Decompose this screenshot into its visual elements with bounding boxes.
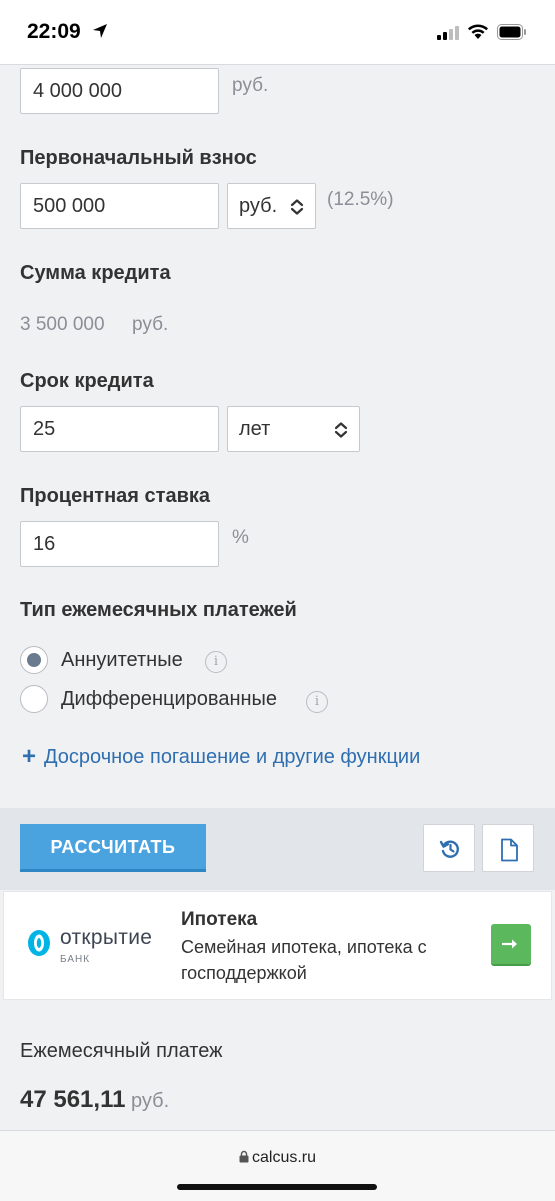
payment-type-label: Тип ежемесячных платежей (20, 599, 297, 621)
monthly-payment-value: 47 561,11 (20, 1086, 126, 1113)
term-unit-select[interactable]: лет (227, 406, 360, 452)
document-icon (501, 838, 518, 862)
url-text: calcus.ru (251, 1149, 317, 1166)
loan-amount-label: Сумма кредита (20, 262, 171, 284)
document-button[interactable] (482, 824, 534, 872)
down-payment-percent: (12.5%) (327, 189, 394, 210)
down-payment-label: Первоначальный взнос (20, 147, 257, 169)
plus-icon: + (22, 743, 37, 770)
select-arrows-icon (334, 422, 348, 438)
term-label: Срок кредита (20, 370, 154, 392)
rate-label: Процентная ставка (20, 485, 210, 507)
bank-subtitle: БАНК (60, 954, 91, 965)
differentiated-radio[interactable] (20, 685, 48, 713)
address-bar[interactable]: calcus.ru (0, 1149, 555, 1167)
down-payment-input[interactable]: 500 000 (20, 183, 219, 229)
wifi-icon (467, 24, 489, 45)
price-input[interactable]: 4 000 000 (20, 68, 219, 114)
bank-ad-card[interactable]: открытие БАНК Ипотека Семейная ипотека, … (3, 891, 552, 1000)
lock-icon (239, 1150, 249, 1163)
ad-description: Семейная ипотека, ипотека с господдержко… (181, 937, 427, 983)
cellular-signal-icon (437, 26, 461, 45)
loan-amount-value: 3 500 000 (20, 314, 105, 335)
action-bar: РАССЧИТАТЬ (0, 808, 555, 890)
history-icon (439, 840, 459, 858)
rate-input[interactable]: 16 (20, 521, 219, 567)
location-arrow-icon (92, 23, 108, 44)
loan-amount-unit: руб. (132, 314, 169, 335)
home-indicator[interactable] (177, 1184, 377, 1190)
ad-title: Ипотека (181, 909, 258, 930)
price-unit: руб. (232, 75, 269, 96)
annuity-label[interactable]: Аннуитетные (61, 649, 183, 672)
info-icon[interactable]: i (306, 691, 328, 713)
browser-bar: calcus.ru (0, 1130, 555, 1201)
ad-go-button[interactable] (491, 924, 531, 966)
select-arrows-icon (290, 199, 304, 215)
monthly-payment-unit: руб. (131, 1090, 170, 1112)
differentiated-label[interactable]: Дифференцированные (61, 688, 277, 711)
bank-logo-icon (28, 930, 50, 956)
down-payment-unit-value: руб. (239, 195, 278, 217)
info-icon[interactable]: i (205, 651, 227, 673)
more-options-link[interactable]: + Досрочное погашение и другие функции (22, 743, 420, 771)
term-input[interactable]: 25 (20, 406, 219, 452)
status-bar: 22:09 (0, 0, 555, 65)
term-unit-value: лет (239, 418, 271, 440)
battery-icon (497, 24, 527, 45)
calculate-button[interactable]: РАССЧИТАТЬ (20, 824, 206, 872)
annuity-radio[interactable] (20, 646, 48, 674)
down-payment-unit-select[interactable]: руб. (227, 183, 316, 229)
bank-name: открытие (60, 926, 153, 949)
more-options-label: Досрочное погашение и другие функции (44, 746, 421, 768)
rate-unit: % (232, 527, 249, 548)
status-time: 22:09 (27, 20, 81, 43)
mortgage-form: 4 000 000 руб. Первоначальный взнос 500 … (0, 65, 555, 807)
history-button[interactable] (423, 824, 475, 872)
arrow-right-icon (502, 939, 517, 949)
result-section: Ежемесячный платеж 47 561,11 руб. (0, 1001, 555, 1130)
monthly-payment-label: Ежемесячный платеж (20, 1040, 223, 1062)
